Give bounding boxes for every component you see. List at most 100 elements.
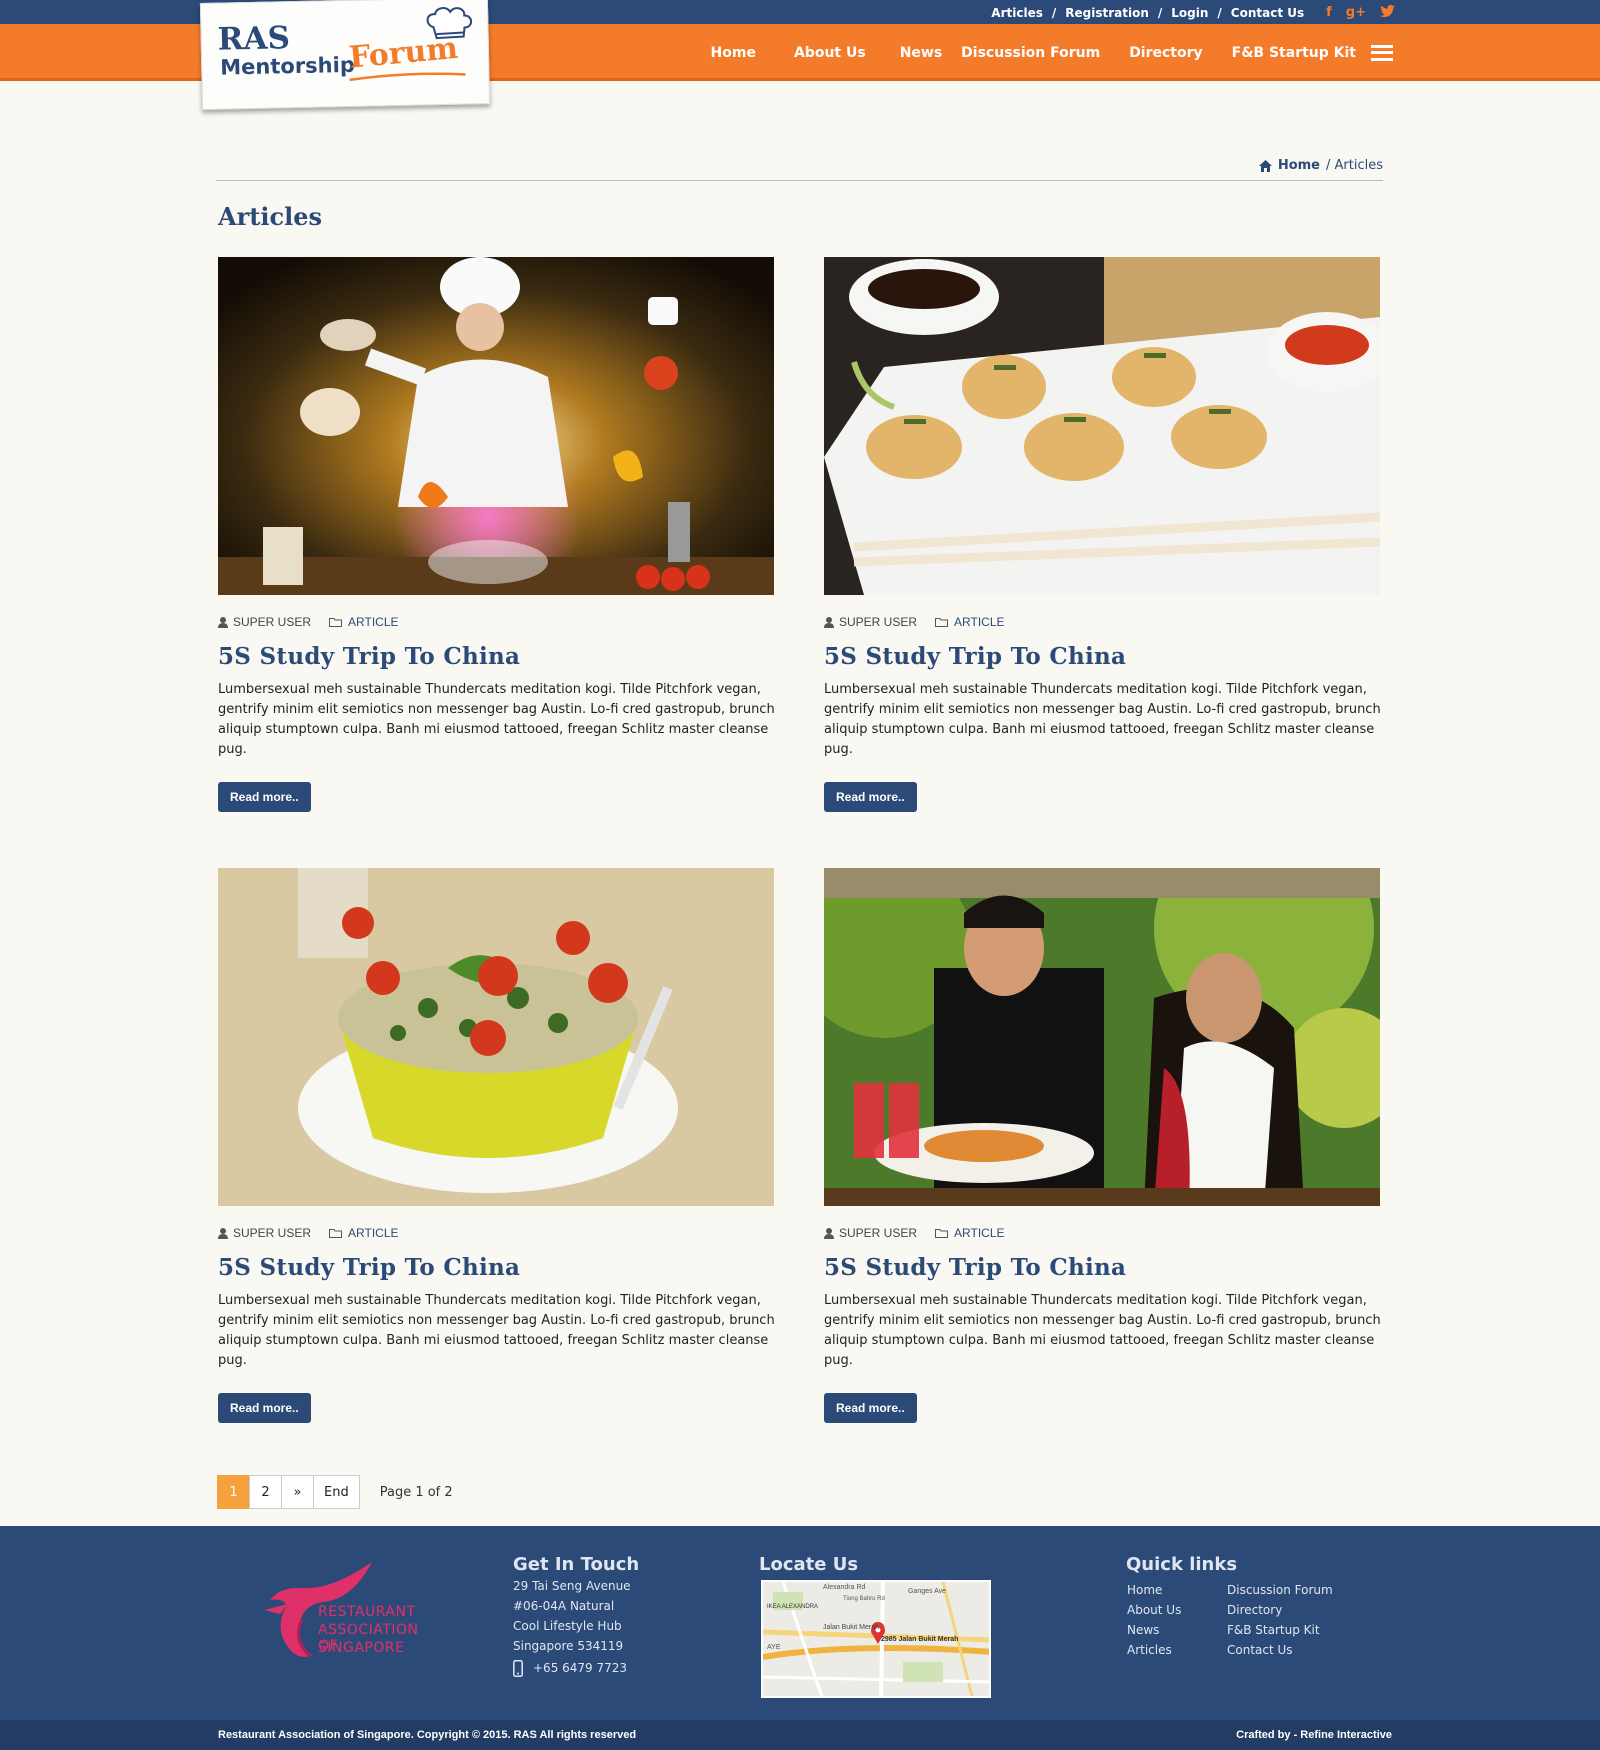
article-image-chef[interactable] [218, 257, 774, 595]
article-author: SUPER USER [218, 1226, 311, 1240]
user-icon [218, 616, 228, 628]
article-card: SUPER USER ARTICLE 5S Study Trip To Chin… [824, 868, 1382, 1423]
credit-text[interactable]: Crafted by - Refine Interactive [1236, 1729, 1392, 1741]
folder-icon [329, 1229, 343, 1238]
quick-link-articles[interactable]: Articles [1127, 1640, 1181, 1660]
logo-mentorship: Mentorship [220, 52, 356, 80]
main-nav: Home About Us News Discussion Forum Dire… [682, 24, 1393, 81]
map-address-label: 2985 Jalan Bukit Merah [881, 1636, 959, 1643]
article-title[interactable]: 5S Study Trip To China [218, 1254, 776, 1281]
map-label: Ganges Ave [908, 1588, 947, 1595]
article-title[interactable]: 5S Study Trip To China [824, 643, 1382, 670]
address: 29 Tai Seng Avenue #06-04A Natural Cool … [513, 1576, 631, 1678]
quick-link-home[interactable]: Home [1127, 1580, 1181, 1600]
separator: / [1157, 6, 1163, 20]
footer-logo-line1: RESTAURANT [318, 1604, 416, 1620]
next-page-button[interactable]: » [281, 1475, 314, 1509]
user-icon [218, 1227, 228, 1239]
article-excerpt: Lumbersexual meh sustainable Thundercats… [218, 682, 775, 757]
nav-news[interactable]: News [900, 45, 942, 61]
category-name: ARTICLE [954, 1226, 1005, 1240]
quick-link-about-us[interactable]: About Us [1127, 1600, 1181, 1620]
chef-hat-icon [426, 7, 473, 40]
folder-icon [935, 1229, 949, 1238]
article-image-dumplings[interactable] [824, 257, 1380, 595]
ras-footer-logo[interactable]: RESTAURANT ASSOCIATION OF SINGAPORE [262, 1560, 422, 1670]
user-icon [824, 616, 834, 628]
folder-icon [935, 618, 949, 627]
quick-link-directory[interactable]: Directory [1227, 1600, 1333, 1620]
quick-link-discussion-forum[interactable]: Discussion Forum [1227, 1580, 1333, 1600]
top-link-contact-us[interactable]: Contact Us [1231, 6, 1304, 20]
twitter-icon[interactable] [1380, 5, 1395, 21]
article-meta: SUPER USER ARTICLE [218, 615, 776, 629]
article-category[interactable]: ARTICLE [329, 1226, 399, 1240]
author-name: SUPER USER [233, 1226, 312, 1240]
page-title: Articles [218, 202, 322, 231]
category-name: ARTICLE [954, 615, 1005, 629]
pagination: 1 2 » End Page 1 of 2 [217, 1475, 453, 1509]
quick-link-news[interactable]: News [1127, 1620, 1181, 1640]
top-link-login[interactable]: Login [1171, 6, 1208, 20]
map-label: IKEA ALEXANDRA [767, 1604, 819, 1610]
quick-links-col-2: Discussion Forum Directory F&B Startup K… [1227, 1580, 1333, 1660]
user-icon [824, 1227, 834, 1239]
address-line: 29 Tai Seng Avenue [513, 1579, 631, 1593]
top-link-registration[interactable]: Registration [1065, 6, 1149, 20]
article-excerpt: Lumbersexual meh sustainable Thundercats… [824, 682, 1381, 757]
article-category[interactable]: ARTICLE [329, 615, 399, 629]
quick-links-heading: Quick links [1126, 1554, 1238, 1575]
article-card: SUPER USER ARTICLE 5S Study Trip To Chin… [824, 257, 1382, 812]
article-image-pasta[interactable] [218, 868, 774, 1206]
address-line: #06-04A Natural [513, 1599, 615, 1613]
facebook-icon[interactable]: f [1326, 5, 1332, 21]
get-in-touch-heading: Get In Touch [513, 1554, 640, 1575]
article-author: SUPER USER [824, 1226, 917, 1240]
article-category[interactable]: ARTICLE [935, 615, 1005, 629]
read-more-button[interactable]: Read more.. [824, 1393, 917, 1423]
locate-us-heading: Locate Us [759, 1554, 859, 1575]
separator: / [1217, 6, 1222, 20]
article-meta: SUPER USER ARTICLE [824, 615, 1382, 629]
menu-icon[interactable] [1371, 44, 1393, 61]
footer: RESTAURANT ASSOCIATION OF SINGAPORE Get … [0, 1526, 1600, 1720]
nav-discussion-forum[interactable]: Discussion Forum [961, 45, 1100, 61]
quick-link-fb-startup-kit[interactable]: F&B Startup Kit [1227, 1620, 1333, 1640]
breadcrumb-current: / Articles [1326, 158, 1383, 173]
quick-link-contact-us[interactable]: Contact Us [1227, 1640, 1333, 1660]
article-category[interactable]: ARTICLE [935, 1226, 1005, 1240]
read-more-button[interactable]: Read more.. [824, 782, 917, 812]
folder-icon [329, 618, 343, 627]
author-name: SUPER USER [233, 615, 312, 629]
article-excerpt: Lumbersexual meh sustainable Thundercats… [218, 1293, 775, 1368]
top-link-articles[interactable]: Articles [991, 6, 1043, 20]
page-1-button[interactable]: 1 [217, 1475, 250, 1509]
category-name: ARTICLE [348, 615, 399, 629]
site-logo[interactable]: RAS Mentorship Forum [199, 0, 491, 111]
article-image-couple-dining[interactable] [824, 868, 1380, 1206]
location-map[interactable]: Alexandra Rd Ganges Ave IKEA ALEXANDRA J… [761, 1580, 991, 1698]
page-2-button[interactable]: 2 [249, 1475, 282, 1509]
nav-about-us[interactable]: About Us [794, 45, 866, 61]
nav-fb-startup-kit[interactable]: F&B Startup Kit [1232, 45, 1356, 61]
read-more-button[interactable]: Read more.. [218, 1393, 311, 1423]
article-title[interactable]: 5S Study Trip To China [824, 1254, 1382, 1281]
last-page-button[interactable]: End [313, 1475, 360, 1509]
read-more-button[interactable]: Read more.. [218, 782, 311, 812]
article-meta: SUPER USER ARTICLE [824, 1226, 1382, 1240]
nav-directory[interactable]: Directory [1129, 45, 1202, 61]
nav-home[interactable]: Home [711, 45, 756, 61]
divider [216, 180, 1383, 181]
logo-ras: RAS [217, 20, 291, 58]
home-icon [1258, 159, 1272, 172]
map-label: Alexandra Rd [823, 1584, 866, 1591]
google-plus-icon[interactable]: g+ [1346, 5, 1366, 21]
author-name: SUPER USER [839, 1226, 918, 1240]
article-author: SUPER USER [218, 615, 311, 629]
footer-logo-line3: SINGAPORE [318, 1640, 405, 1656]
phone-number[interactable]: +65 6479 7723 [533, 1658, 627, 1678]
phone: +65 6479 7723 [513, 1658, 631, 1678]
breadcrumb-home[interactable]: Home [1278, 158, 1320, 173]
logo-underline [349, 72, 466, 82]
article-title[interactable]: 5S Study Trip To China [218, 643, 776, 670]
